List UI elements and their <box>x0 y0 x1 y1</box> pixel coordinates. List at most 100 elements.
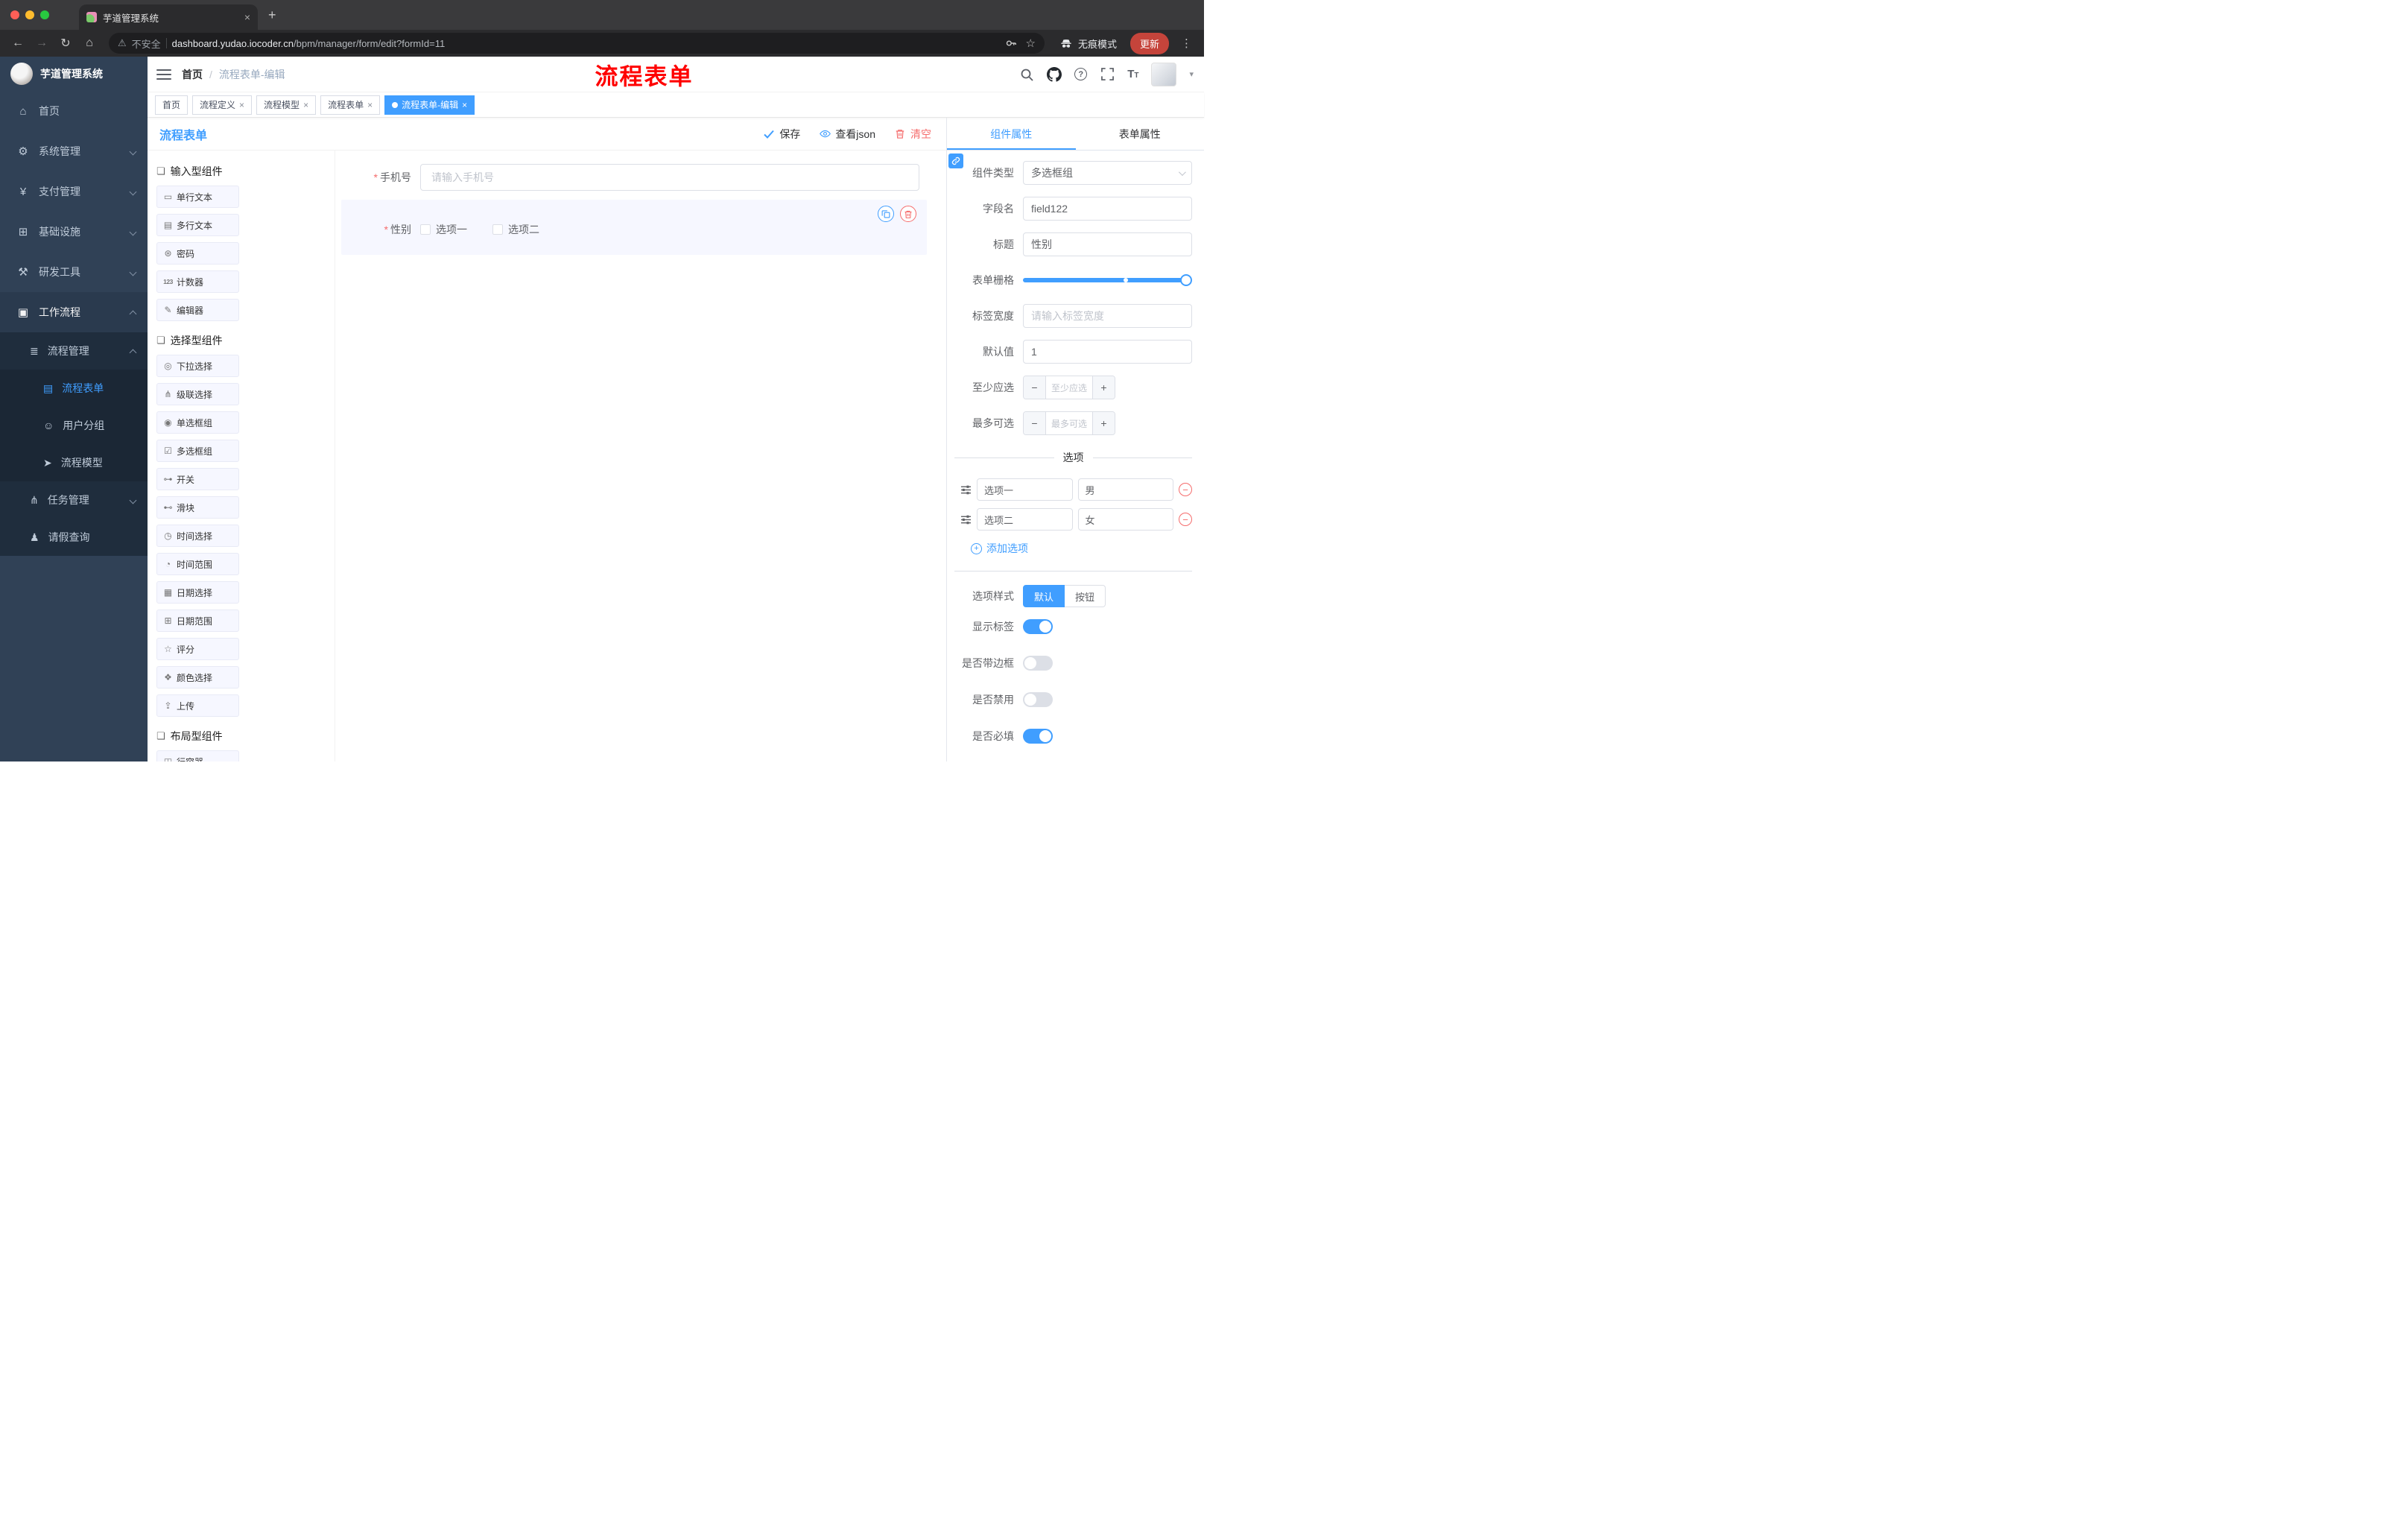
palette-item-rate[interactable]: ☆ 评分 <box>156 638 239 660</box>
font-size-icon[interactable]: TT <box>1127 68 1138 80</box>
palette-item-radio-group[interactable]: ◉ 单选框组 <box>156 411 239 434</box>
sidebar-item-task-mgmt[interactable]: ⋔ 任务管理 <box>0 481 148 519</box>
palette-item-date-range[interactable]: ⊞ 日期范围 <box>156 609 239 632</box>
palette-item-checkbox-group[interactable]: ☑ 多选框组 <box>156 440 239 462</box>
palette-item-slider[interactable]: ⊷ 滑块 <box>156 496 239 519</box>
palette-item-single-line-text[interactable]: ▭ 单行文本 <box>156 186 239 208</box>
tab-form-properties[interactable]: 表单属性 <box>1076 118 1205 150</box>
component-type-select[interactable]: 多选框组 <box>1023 161 1192 185</box>
phone-input[interactable] <box>420 164 919 191</box>
key-icon[interactable] <box>1004 36 1018 51</box>
save-button[interactable]: 保存 <box>764 127 800 142</box>
palette-item-editor[interactable]: ✎ 编辑器 <box>156 299 239 321</box>
window-zoom-button[interactable] <box>40 10 49 19</box>
update-button[interactable]: 更新 <box>1129 32 1169 54</box>
tab-process-form-edit[interactable]: 流程表单-编辑 × <box>384 95 475 115</box>
form-canvas[interactable]: * 手机号 请输入手机号 * 性别 选项一 选项二 <box>335 151 946 762</box>
phone-field-row[interactable]: * 手机号 <box>341 162 927 192</box>
tab-component-properties[interactable]: 组件属性 <box>947 118 1076 150</box>
default-value-input[interactable] <box>1023 340 1192 364</box>
sidebar-item-infrastructure[interactable]: ⊞ 基础设施 <box>0 212 148 252</box>
decrease-button[interactable]: − <box>1024 412 1046 434</box>
search-icon[interactable] <box>1019 67 1034 82</box>
caret-down-icon[interactable]: ▾ <box>1189 69 1194 79</box>
disabled-toggle[interactable] <box>1023 692 1053 707</box>
increase-button[interactable]: + <box>1092 412 1115 434</box>
tab-process-form[interactable]: 流程表单 × <box>320 95 381 115</box>
palette-item-row-container[interactable]: ◫ 行容器 <box>156 750 239 762</box>
palette-item-upload[interactable]: ⇪ 上传 <box>156 694 239 717</box>
sidebar-item-leave-query[interactable]: ♟ 请假查询 <box>0 519 148 556</box>
address-bar[interactable]: ⚠ 不安全 dashboard.yudao.iocoder.cn/bpm/man… <box>109 33 1045 54</box>
tab-close-icon[interactable]: × <box>244 12 250 22</box>
avatar[interactable] <box>1151 62 1177 86</box>
palette-item-time-picker[interactable]: ◷ 时间选择 <box>156 525 239 547</box>
close-icon[interactable]: × <box>462 100 467 110</box>
sidebar-item-home[interactable]: ⌂ 首页 <box>0 91 148 131</box>
close-icon[interactable]: × <box>239 100 244 110</box>
fullscreen-icon[interactable] <box>1100 67 1115 82</box>
label-width-input[interactable] <box>1023 304 1192 328</box>
sidebar-item-user-group[interactable]: ☺ 用户分组 <box>0 407 148 444</box>
back-button[interactable]: ← <box>7 33 28 54</box>
remove-option-button[interactable]: − <box>1179 483 1192 496</box>
palette-item-color-picker[interactable]: ❖ 颜色选择 <box>156 666 239 688</box>
clear-button[interactable]: 清空 <box>895 127 931 142</box>
sidebar-collapse-button[interactable] <box>156 69 171 80</box>
slider-handle[interactable] <box>1180 274 1192 286</box>
gender-option-1-checkbox[interactable]: 选项一 <box>420 222 467 237</box>
home-button[interactable]: ⌂ <box>79 33 100 54</box>
style-default-button[interactable]: 默认 <box>1023 585 1065 607</box>
browser-menu-button[interactable]: ⋮ <box>1176 37 1197 50</box>
palette-item-select[interactable]: ◎ 下拉选择 <box>156 355 239 377</box>
bookmark-star-icon[interactable]: ☆ <box>1026 37 1036 50</box>
breadcrumb-home[interactable]: 首页 <box>182 67 203 82</box>
remove-option-button[interactable]: − <box>1179 513 1192 526</box>
show-label-toggle[interactable] <box>1023 619 1053 634</box>
field-name-input[interactable] <box>1023 197 1192 221</box>
form-grid-slider[interactable] <box>1023 274 1192 286</box>
tab-process-model[interactable]: 流程模型 × <box>256 95 317 115</box>
sidebar-item-process-form[interactable]: ▤ 流程表单 <box>0 370 148 407</box>
link-button[interactable] <box>948 153 963 168</box>
decrease-button[interactable]: − <box>1024 376 1046 399</box>
window-close-button[interactable] <box>10 10 19 19</box>
browser-tab[interactable]: 芋道管理系统 × <box>79 4 258 30</box>
style-button-button[interactable]: 按钮 <box>1065 585 1106 607</box>
close-icon[interactable]: × <box>303 100 308 110</box>
sidebar-item-dev-tools[interactable]: ⚒ 研发工具 <box>0 252 148 292</box>
incognito-badge[interactable]: 无痕模式 <box>1054 37 1123 51</box>
max-select-placeholder[interactable]: 最多可选 <box>1046 412 1092 434</box>
reload-button[interactable]: ↻ <box>55 33 76 54</box>
title-input[interactable] <box>1023 232 1192 256</box>
new-tab-button[interactable]: + <box>268 7 276 23</box>
help-icon[interactable]: ? <box>1074 68 1088 80</box>
window-minimize-button[interactable] <box>25 10 34 19</box>
gender-field-row-selected[interactable]: * 性别 选项一 选项二 <box>341 200 927 255</box>
with-border-toggle[interactable] <box>1023 656 1053 671</box>
drag-handle-icon[interactable] <box>960 484 972 495</box>
palette-item-counter[interactable]: 123 计数器 <box>156 270 239 293</box>
increase-button[interactable]: + <box>1092 376 1115 399</box>
sidebar-item-payment-mgmt[interactable]: ¥ 支付管理 <box>0 171 148 212</box>
palette-item-password[interactable]: ⊛ 密码 <box>156 242 239 265</box>
tab-home[interactable]: 首页 <box>155 95 188 115</box>
palette-item-time-range[interactable]: ◔ 时间范围 <box>156 553 239 575</box>
forward-button[interactable]: → <box>31 33 52 54</box>
option-value-input[interactable] <box>1077 508 1173 531</box>
option-name-input[interactable] <box>977 508 1073 531</box>
palette-item-multi-line-text[interactable]: ▤ 多行文本 <box>156 214 239 236</box>
sidebar-item-workflow[interactable]: ▣ 工作流程 <box>0 292 148 332</box>
min-select-placeholder[interactable]: 至少应选 <box>1046 376 1092 399</box>
tab-process-definition[interactable]: 流程定义 × <box>192 95 253 115</box>
option-name-input[interactable] <box>977 478 1073 501</box>
palette-item-switch[interactable]: ⊶ 开关 <box>156 468 239 490</box>
palette-item-date-picker[interactable]: ▦ 日期选择 <box>156 581 239 604</box>
view-json-button[interactable]: 查看json <box>820 127 875 142</box>
palette-item-cascader[interactable]: ⋔ 级联选择 <box>156 383 239 405</box>
close-icon[interactable]: × <box>367 100 373 110</box>
add-option-button[interactable]: + 添加选项 <box>971 541 1192 556</box>
required-toggle[interactable] <box>1023 729 1053 744</box>
drag-handle-icon[interactable] <box>960 514 972 525</box>
github-icon[interactable] <box>1047 66 1062 82</box>
